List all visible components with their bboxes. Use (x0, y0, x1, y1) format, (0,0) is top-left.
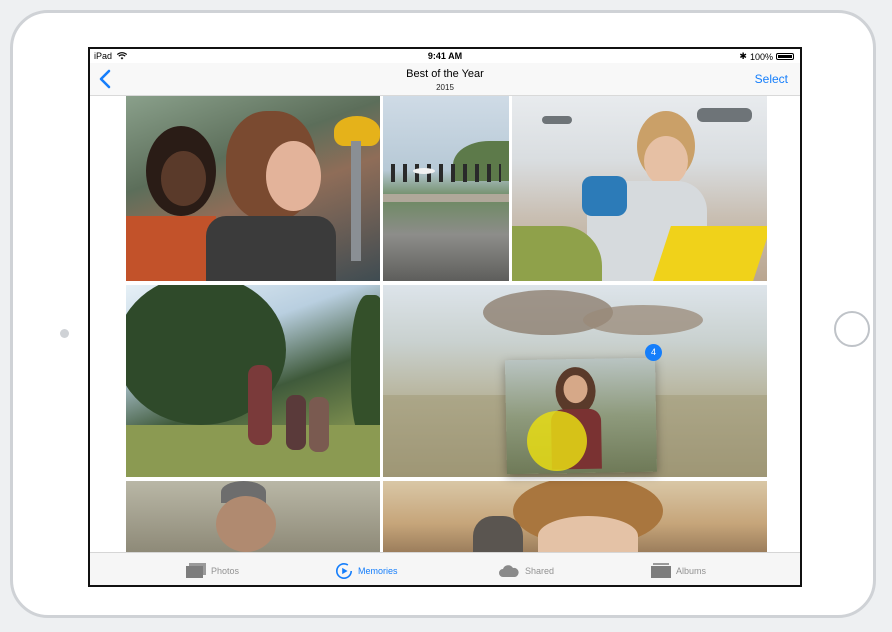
page-subtitle: 2015 (436, 83, 454, 92)
photo-tile[interactable] (126, 285, 380, 477)
albums-icon (651, 563, 671, 578)
photo-tile[interactable] (126, 96, 380, 281)
tab-label: Shared (525, 565, 555, 576)
tab-bar: Photos Memories Shared Albums (90, 552, 800, 585)
photo-grid (90, 96, 800, 552)
battery-percent: 100% (749, 51, 773, 62)
ipad-screen: iPad 9:41 AM ✱ 100% Best of the Year 201… (88, 47, 802, 587)
tab-shared[interactable]: Shared (498, 553, 555, 585)
tab-albums[interactable]: Albums (651, 553, 707, 585)
photos-icon (186, 563, 206, 578)
status-bar: iPad 9:41 AM ✱ 100% (90, 49, 800, 63)
memories-icon (335, 562, 353, 579)
status-time: 9:41 AM (427, 51, 463, 61)
photo-tile[interactable] (383, 96, 509, 281)
status-right: ✱ 100% (739, 51, 794, 62)
page-title: Best of the Year (406, 68, 484, 80)
select-button[interactable]: Select (755, 72, 788, 86)
front-camera (60, 329, 69, 338)
tab-label: Photos (211, 565, 240, 576)
photo-tile[interactable] (512, 96, 767, 281)
tab-memories[interactable]: Memories (335, 553, 398, 585)
battery-icon (776, 53, 794, 60)
photo-tile[interactable] (126, 481, 380, 552)
bluetooth-icon: ✱ (739, 51, 747, 61)
cloud-icon (499, 564, 519, 577)
home-button[interactable] (834, 311, 870, 347)
touch-indicator (527, 411, 587, 471)
tab-label: Albums (676, 565, 707, 576)
photo-tile[interactable] (383, 481, 767, 552)
drag-count-badge: 4 (645, 344, 662, 361)
tab-photos[interactable]: Photos (186, 553, 240, 585)
navigation-bar: Best of the Year 2015 Select (90, 63, 800, 96)
tab-label: Memories (358, 565, 398, 576)
